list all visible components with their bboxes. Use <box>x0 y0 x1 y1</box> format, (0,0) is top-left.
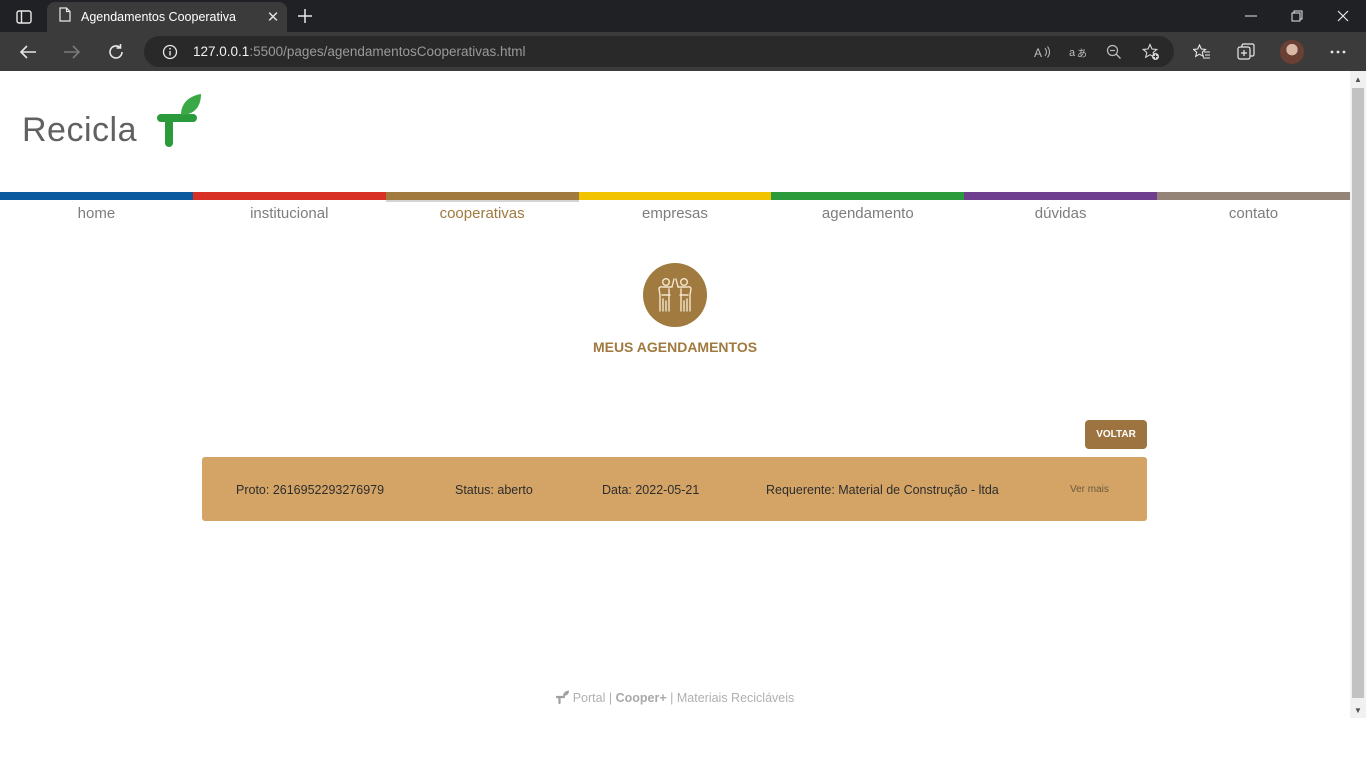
svg-text:A: A <box>1034 46 1042 59</box>
nav-contato[interactable]: contato <box>1157 192 1350 224</box>
browser-tab-bar: Agendamentos Cooperativa ✕ <box>0 0 1366 32</box>
cooperative-people-icon <box>643 263 707 327</box>
footer-brand: Cooper+ <box>615 691 667 705</box>
nav-institucional[interactable]: institucional <box>192 192 386 224</box>
back-button[interactable]: VOLTAR <box>1085 420 1147 449</box>
record-status: Status: aberto <box>455 483 533 497</box>
leaf-plus-icon <box>156 94 201 147</box>
back-arrow-icon[interactable] <box>12 36 44 68</box>
main-navigation: home institucional cooperativas empresas… <box>0 192 1350 224</box>
browser-toolbar: 127.0.0.1:5500/pages/agendamentosCoopera… <box>0 32 1366 71</box>
window-bottom-strip <box>0 718 1366 768</box>
browser-tab[interactable]: Agendamentos Cooperativa ✕ <box>47 2 287 32</box>
footer-portal: Portal <box>572 691 606 705</box>
page-icon <box>59 7 71 27</box>
refresh-icon[interactable] <box>100 36 132 68</box>
scroll-down-icon[interactable]: ▼ <box>1350 702 1366 718</box>
appointment-record: Proto: 2616952293276979 Status: aberto D… <box>202 457 1147 521</box>
page-footer: Portal | Cooper+ | Materiais Recicláveis <box>0 690 1350 705</box>
restore-icon[interactable] <box>1274 0 1320 32</box>
scrollbar-thumb[interactable] <box>1352 88 1364 698</box>
collections-icon[interactable] <box>1230 36 1262 68</box>
footer-separator: | <box>608 691 613 705</box>
record-protocol: Proto: 2616952293276979 <box>236 483 385 497</box>
close-tab-icon[interactable]: ✕ <box>259 3 287 31</box>
close-window-icon[interactable] <box>1320 0 1366 32</box>
scroll-up-icon[interactable]: ▲ <box>1350 71 1366 87</box>
zoom-out-icon[interactable] <box>1102 40 1126 64</box>
url-text: 127.0.0.1:5500/pages/agendamentosCoopera… <box>193 44 526 59</box>
see-more-link[interactable]: Ver mais <box>1070 484 1109 495</box>
logo-text: Recicla <box>22 111 137 149</box>
address-bar[interactable]: 127.0.0.1:5500/pages/agendamentosCoopera… <box>144 36 1174 67</box>
page-viewport: Recicla home institucional cooperativas … <box>0 71 1350 718</box>
forward-arrow-icon[interactable] <box>56 36 88 68</box>
record-requester: Requerente: Material de Construção - ltd… <box>766 483 999 497</box>
site-logo[interactable]: Recicla <box>22 93 203 147</box>
footer-leaf-icon <box>555 690 569 704</box>
nav-home[interactable]: home <box>0 192 193 224</box>
favorites-icon[interactable] <box>1186 36 1218 68</box>
translate-icon[interactable]: aあ <box>1066 40 1090 64</box>
tab-title: Agendamentos Cooperativa <box>81 10 236 24</box>
nav-duvidas[interactable]: dúvidas <box>964 192 1158 224</box>
svg-text:a: a <box>1069 47 1076 59</box>
tab-actions-icon[interactable] <box>8 6 40 28</box>
minimize-icon[interactable] <box>1228 0 1274 32</box>
more-menu-icon[interactable] <box>1322 36 1354 68</box>
svg-text:あ: あ <box>1077 48 1087 59</box>
nav-agendamento[interactable]: agendamento <box>771 192 965 224</box>
footer-separator: | <box>670 691 674 705</box>
new-tab-icon[interactable] <box>290 3 320 29</box>
profile-avatar[interactable] <box>1276 36 1308 68</box>
record-date: Data: 2022-05-21 <box>602 483 700 497</box>
nav-empresas[interactable]: empresas <box>578 192 772 224</box>
add-favorite-icon[interactable] <box>1139 40 1163 64</box>
footer-tagline: Materiais Recicláveis <box>676 691 795 705</box>
vertical-scrollbar[interactable]: ▲ ▼ <box>1350 71 1366 718</box>
read-aloud-icon[interactable]: A <box>1031 40 1055 64</box>
nav-cooperativas[interactable]: cooperativas <box>385 192 579 224</box>
page-title: MEUS AGENDAMENTOS <box>592 339 758 355</box>
info-icon[interactable] <box>158 40 182 64</box>
